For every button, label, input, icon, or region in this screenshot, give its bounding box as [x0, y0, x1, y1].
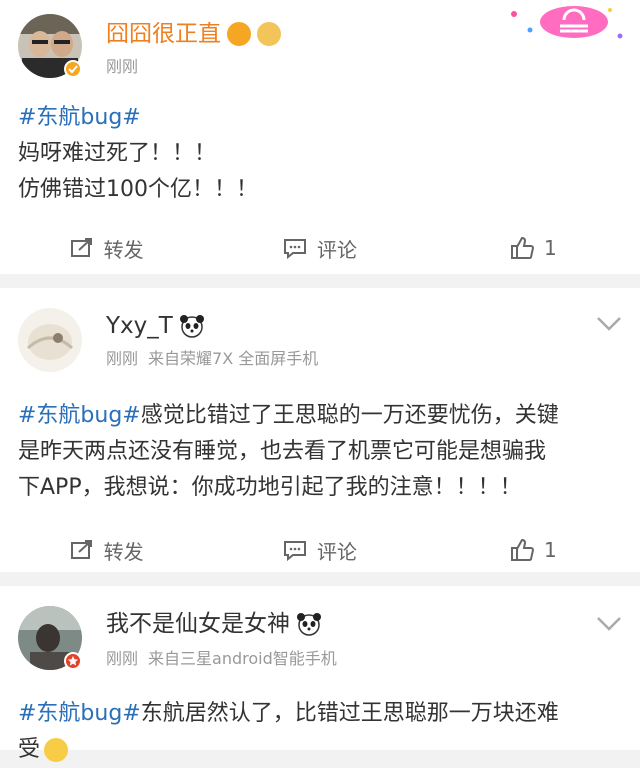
- repost-button[interactable]: 转发: [0, 536, 213, 565]
- post-body: #东航bug#东航居然认了，比错过王思聪那一万块还难 受: [0, 696, 640, 768]
- repost-label: 转发: [103, 237, 144, 262]
- avatar[interactable]: [18, 308, 82, 372]
- weibo-feed: 囧囧很正直 刚刚 #东航bug# 妈呀难过死了！！！ 仿佛错过100个亿！！！ …: [0, 0, 640, 762]
- post-card: 我不是仙女是女神 刚刚 来自三星android智能手机 #东航bug#东航居然认了…: [0, 586, 640, 762]
- body-line: 下APP，我想说：你成功地引起了我的注意！！！！: [18, 475, 522, 500]
- username[interactable]: 囧囧很正直: [106, 18, 221, 50]
- post-body: #东航bug# 妈呀难过死了！！！ 仿佛错过100个亿！！！: [0, 100, 640, 208]
- name-row: 囧囧很正直: [106, 18, 281, 50]
- body-line: 妈呀难过死了！！！: [18, 141, 217, 166]
- post-card: 囧囧很正直 刚刚 #东航bug# 妈呀难过死了！！！ 仿佛错过100个亿！！！ …: [0, 0, 640, 274]
- username[interactable]: 我不是仙女是女神: [106, 608, 290, 640]
- post-source: 来自荣耀7X 全面屏手机: [148, 349, 319, 368]
- like-count: 1: [543, 538, 557, 562]
- body-line: 仿佛错过100个亿！！！: [18, 177, 258, 202]
- post-header: 我不是仙女是女神 刚刚 来自三星android智能手机: [0, 586, 640, 670]
- comment-button[interactable]: 评论: [213, 536, 426, 565]
- sad-emoji-icon: [44, 738, 69, 762]
- member-medal-icon: [257, 22, 281, 46]
- body-line: 东航居然认了，比错过王思聪那一万块还难: [140, 701, 559, 726]
- post-time: 刚刚: [106, 56, 138, 78]
- like-count: 1: [543, 236, 557, 260]
- body-line: 感觉比错过了王思聪的一万还要忧伤，关键: [140, 403, 559, 428]
- like-button[interactable]: 1: [427, 236, 640, 260]
- comment-icon: [283, 239, 306, 259]
- timestamp: 刚刚: [106, 349, 139, 368]
- like-button[interactable]: 1: [427, 538, 640, 562]
- thumbs-up-icon: [510, 236, 534, 259]
- member-badge-icon: [64, 652, 82, 670]
- timestamp: 刚刚: [106, 649, 139, 668]
- post-header: 囧囧很正直 刚刚: [0, 0, 640, 84]
- hashtag-link[interactable]: #东航bug#: [18, 105, 141, 130]
- name-row: 我不是仙女是女神: [106, 608, 322, 640]
- post-meta: 刚刚 来自荣耀7X 全面屏手机: [106, 348, 318, 370]
- comment-icon: [283, 541, 306, 561]
- comment-label: 评论: [316, 539, 357, 564]
- vip-crown-icon: [227, 22, 251, 46]
- name-row: Yxy_T: [106, 310, 205, 342]
- repost-icon: [70, 540, 92, 559]
- post-meta: 刚刚 来自三星android智能手机: [106, 648, 337, 670]
- verified-badge-icon: [64, 60, 82, 78]
- repost-label: 转发: [103, 539, 144, 564]
- comment-label: 评论: [316, 237, 357, 262]
- panda-icon: [297, 613, 321, 636]
- hashtag-link[interactable]: #东航bug#: [18, 403, 141, 428]
- timestamp: 刚刚: [106, 57, 139, 76]
- body-line: 是昨天两点还没有睡觉，也去看了机票它可能是想骗我: [18, 439, 547, 464]
- thumbs-up-icon: [510, 538, 534, 561]
- post-header: Yxy_T 刚刚 来自荣耀7X 全面屏手机: [0, 288, 640, 372]
- hashtag-link[interactable]: #东航bug#: [18, 701, 141, 726]
- post-body: #东航bug#感觉比错过了王思聪的一万还要忧伤，关键 是昨天两点还没有睡觉，也去…: [0, 398, 640, 506]
- username[interactable]: Yxy_T: [106, 310, 173, 342]
- repost-button[interactable]: 转发: [0, 234, 213, 263]
- action-bar: 转发 评论 1: [0, 518, 640, 582]
- repost-icon: [70, 238, 92, 257]
- post-card: Yxy_T 刚刚 来自荣耀7X 全面屏手机 #东航bug#感觉比错过了王思聪的一万…: [0, 288, 640, 572]
- panda-icon: [179, 315, 204, 338]
- post-source: 来自三星android智能手机: [148, 649, 337, 668]
- action-bar: 转发 评论 1: [0, 216, 640, 280]
- comment-button[interactable]: 评论: [213, 234, 426, 263]
